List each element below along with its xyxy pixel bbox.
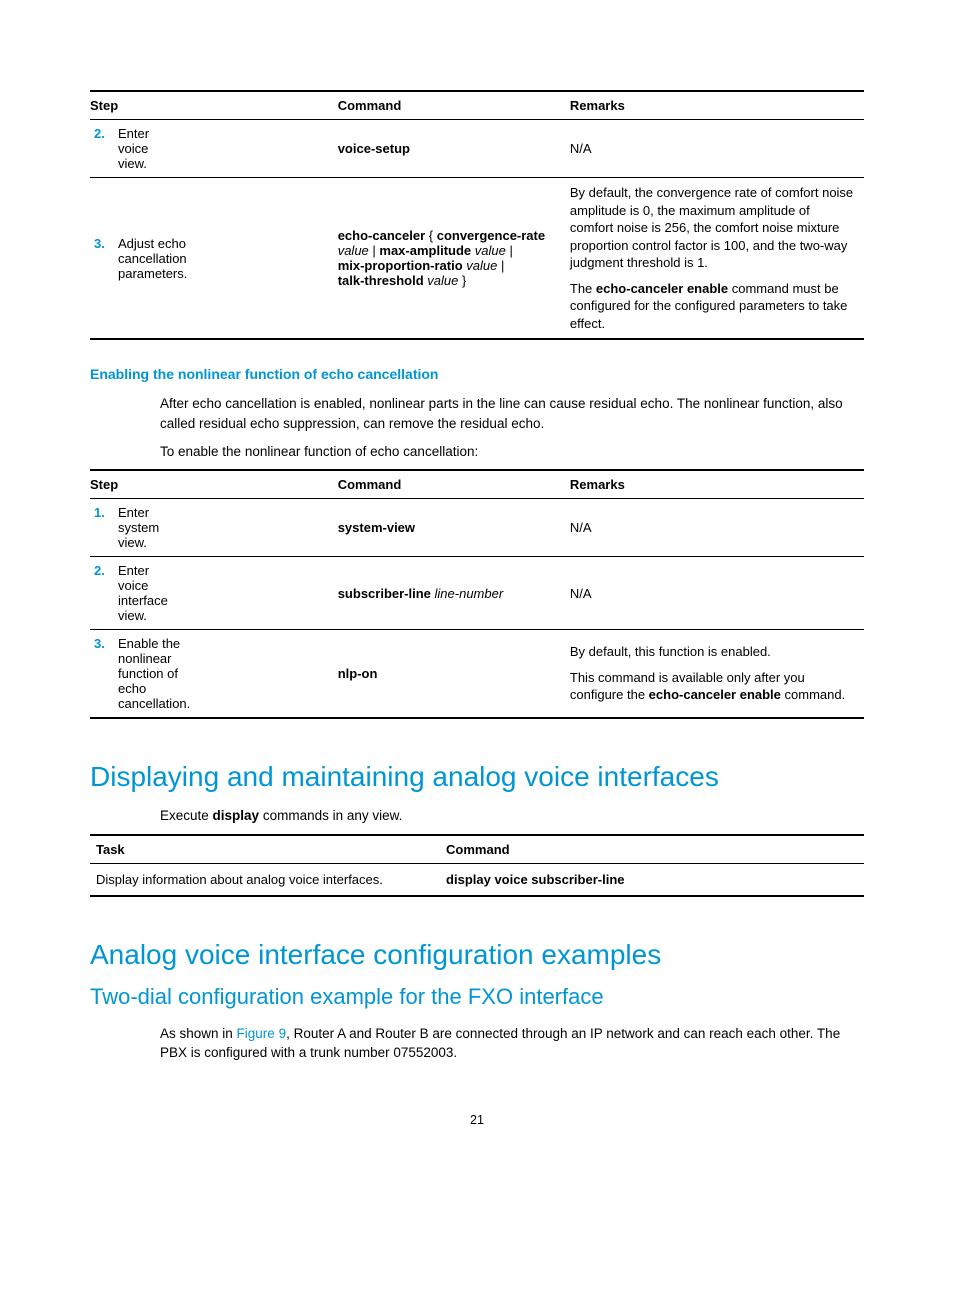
nonlinear-table: Step Command Remarks 1. Enter system vie… [90,469,864,719]
step-desc: Enter system view. [118,505,167,550]
step-desc: Adjust echo cancellation parameters. [118,236,187,281]
command-text: echo-canceler { convergence-rate value |… [338,178,570,340]
step-desc: Enable the nonlinear function of echo ca… [118,636,190,711]
table-row: 1. Enter system view. system-view N/A [90,499,864,557]
remarks-text: N/A [570,120,864,178]
step-number: 2. [90,563,118,623]
col-step: Step [90,91,338,120]
para-display: Execute display commands in any view. [160,806,864,826]
para-example: As shown in Figure 9, Router A and Route… [160,1024,864,1063]
step-desc: Enter voice view. [118,126,167,171]
col-step: Step [90,470,338,499]
step-number: 1. [90,505,118,550]
col-remarks: Remarks [570,470,864,499]
command-text: system-view [338,520,415,535]
col-command: Command [338,470,570,499]
command-text: subscriber-line line-number [338,557,570,630]
para-nonlinear-intro: After echo cancellation is enabled, nonl… [160,394,864,433]
command-text: nlp-on [338,666,378,681]
table-row: Display information about analog voice i… [90,863,864,896]
col-remarks: Remarks [570,91,864,120]
step-desc: Enter voice interface view. [118,563,168,623]
remarks-text: By default, this function is enabled. Th… [570,630,864,719]
figure-link[interactable]: Figure 9 [237,1026,287,1041]
heading-displaying: Displaying and maintaining analog voice … [90,759,864,794]
heading-twodial: Two-dial configuration example for the F… [90,984,864,1010]
col-command: Command [446,835,864,864]
remarks-text: N/A [570,557,864,630]
echo-params-table: Step Command Remarks 2. Enter voice view… [90,90,864,340]
remarks-text: N/A [570,499,864,557]
command-text: display voice subscriber-line [446,872,624,887]
step-number: 2. [90,126,118,171]
heading-examples: Analog voice interface configuration exa… [90,937,864,972]
heading-nonlinear: Enabling the nonlinear function of echo … [90,366,864,382]
col-command: Command [338,91,570,120]
command-text: voice-setup [338,141,410,156]
table-row: 2. Enter voice interface view. subscribe… [90,557,864,630]
step-number: 3. [90,236,118,281]
table-row: 3. Enable the nonlinear function of echo… [90,630,864,719]
table-row: 3. Adjust echo cancellation parameters. … [90,178,864,340]
table-row: 2. Enter voice view. voice-setup N/A [90,120,864,178]
remarks-text: By default, the convergence rate of comf… [570,178,864,340]
step-number: 3. [90,636,118,711]
para-nonlinear-lead: To enable the nonlinear function of echo… [160,442,864,462]
page-content: Step Command Remarks 2. Enter voice view… [0,0,954,1157]
display-table: Task Command Display information about a… [90,834,864,897]
page-number: 21 [90,1113,864,1127]
task-text: Display information about analog voice i… [90,863,446,896]
col-task: Task [90,835,446,864]
